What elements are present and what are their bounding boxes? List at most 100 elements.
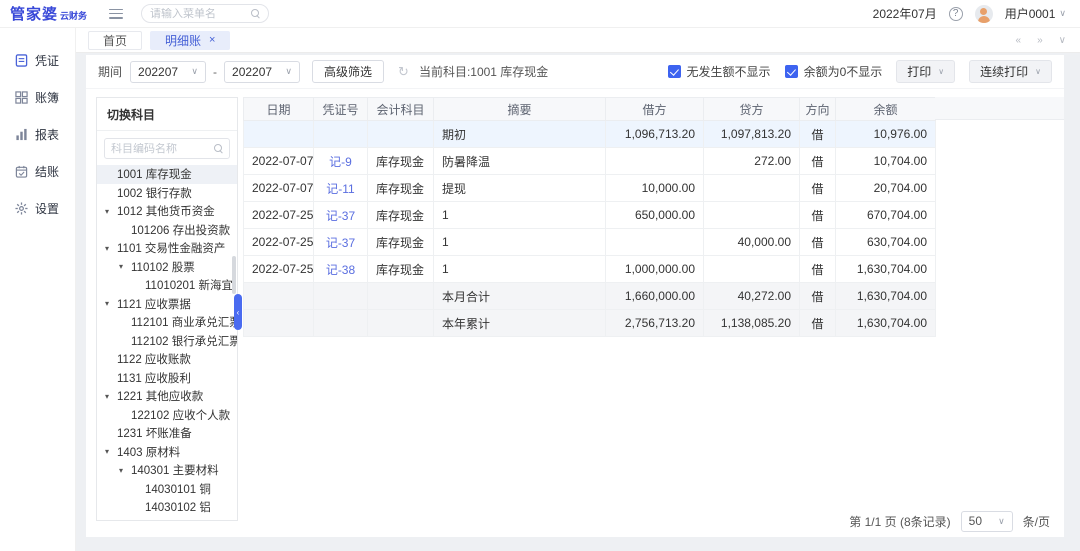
continuous-print-button[interactable]: 连续打印 ∨	[969, 60, 1052, 83]
panel-collapse-handle[interactable]: ‹	[234, 294, 242, 330]
voucher-link[interactable]: 记-38	[326, 263, 355, 277]
menu-search-box[interactable]	[141, 4, 269, 23]
tree-item[interactable]: 1131 应收股利	[97, 369, 237, 388]
tree-item[interactable]: 14030102 铝	[97, 498, 237, 517]
tab-label: 首页	[103, 32, 127, 49]
table-row[interactable]: 2022-07-25记-37库存现金1650,000.00借670,704.00	[244, 202, 936, 229]
cell-date: 2022-07-25	[244, 229, 314, 256]
tree-scrollbar-thumb[interactable]	[232, 256, 236, 294]
tree-item[interactable]: 112101 商业承兑汇票	[97, 313, 237, 332]
search-icon	[251, 9, 260, 18]
chevron-down-icon: ∨	[938, 67, 944, 76]
cell-debit: 1,096,713.20	[606, 121, 704, 148]
checkbox-hide-zero-balance[interactable]: 余额为0不显示	[785, 63, 883, 80]
table-row[interactable]: 2022-07-07记-9库存现金防暑降温272.00借10,704.00	[244, 148, 936, 175]
refresh-icon[interactable]: ↻	[398, 64, 409, 80]
table-row[interactable]: 2022-07-25记-37库存现金140,000.00借630,704.00	[244, 229, 936, 256]
sidebar: 凭证 账簿 报表 结账 设置	[0, 28, 76, 551]
cell-voucher: 记-9	[314, 148, 368, 175]
cell-direction: 借	[800, 310, 836, 337]
page-size-unit-label: 条/页	[1023, 513, 1050, 530]
caret-down-icon[interactable]: ▾	[105, 299, 117, 308]
tree-item[interactable]: ▾1121 应收票据	[97, 295, 237, 314]
tree-item[interactable]: ▾1101 交易性金融资产	[97, 239, 237, 258]
cell-date	[244, 121, 314, 148]
sidebar-item-report[interactable]: 报表	[0, 116, 75, 153]
cell-subject: 库存现金	[368, 148, 434, 175]
app-logo[interactable]: 管家婆 云财务	[10, 3, 87, 24]
cell-voucher: 记-11	[314, 175, 368, 202]
checkbox-hide-no-activity[interactable]: 无发生额不显示	[668, 63, 771, 80]
tree-item[interactable]: 122102 应收个人款	[97, 406, 237, 425]
table-row[interactable]: 期初1,096,713.201,097,813.20借10,976.00	[244, 121, 936, 148]
closing-icon	[15, 165, 28, 178]
voucher-link[interactable]: 记-37	[326, 209, 355, 223]
caret-down-icon[interactable]: ▾	[119, 262, 131, 271]
checkbox-label: 无发生额不显示	[687, 63, 771, 80]
subject-search-input[interactable]	[111, 143, 214, 155]
tab-detail-ledger[interactable]: 明细账 ×	[150, 31, 230, 50]
tabs-scroll-left-icon[interactable]: «	[1016, 35, 1022, 46]
cell-direction: 借	[800, 175, 836, 202]
sidebar-item-ledger[interactable]: 账簿	[0, 79, 75, 116]
tree-item[interactable]: 112102 银行承兑汇票	[97, 332, 237, 351]
tree-item[interactable]: 1001 库存现金	[97, 165, 237, 184]
tree-item[interactable]: ▾1403 原材料	[97, 443, 237, 462]
tree-item[interactable]: 1122 应收账款	[97, 350, 237, 369]
cell-credit: 1,097,813.20	[704, 121, 800, 148]
tabs-scroll-right-icon[interactable]: »	[1037, 35, 1043, 46]
caret-down-icon[interactable]: ▾	[105, 392, 117, 401]
avatar[interactable]	[975, 5, 993, 23]
logo-text: 管家婆	[10, 3, 58, 24]
caret-down-icon[interactable]: ▾	[119, 466, 131, 475]
voucher-link[interactable]: 记-9	[329, 155, 352, 169]
tree-item[interactable]: ▾1012 其他货币资金	[97, 202, 237, 221]
tab-home[interactable]: 首页	[88, 31, 142, 50]
advanced-filter-button[interactable]: 高级筛选	[312, 60, 384, 83]
help-icon[interactable]: ?	[949, 7, 963, 21]
period-to-select[interactable]: 202207 ∨	[224, 61, 300, 83]
user-menu[interactable]: 用户0001 ∨	[1005, 5, 1066, 22]
tree-item[interactable]: 1231 坏账准备	[97, 424, 237, 443]
table-row[interactable]: 2022-07-07记-11库存现金提现10,000.00借20,704.00	[244, 175, 936, 202]
caret-down-icon[interactable]: ▾	[105, 244, 117, 253]
sidebar-item-settings[interactable]: 设置	[0, 190, 75, 227]
tree-item[interactable]: 1002 银行存款	[97, 184, 237, 203]
page-size-select[interactable]: 50 ∨	[961, 511, 1013, 532]
cell-credit: 1,138,085.20	[704, 310, 800, 337]
sidebar-item-closing[interactable]: 结账	[0, 153, 75, 190]
menu-hamburger-icon[interactable]	[109, 9, 123, 19]
caret-down-icon[interactable]: ▾	[105, 447, 117, 456]
table-row[interactable]: 本月合计1,660,000.0040,272.00借1,630,704.00	[244, 283, 936, 310]
tree-item[interactable]: 101206 存出投资款	[97, 221, 237, 240]
table-row[interactable]: 本年累计2,756,713.201,138,085.20借1,630,704.0…	[244, 310, 936, 337]
tree-item-label: 1403 原材料	[117, 444, 180, 460]
search-icon	[214, 144, 223, 153]
table-row[interactable]: 2022-07-25记-38库存现金11,000,000.00借1,630,70…	[244, 256, 936, 283]
tree-item[interactable]: 11010201 新海宜	[97, 276, 237, 295]
voucher-link[interactable]: 记-37	[326, 236, 355, 250]
tree-item[interactable]: 14030103 钢	[97, 517, 237, 521]
cell-balance: 20,704.00	[836, 175, 936, 202]
voucher-link[interactable]: 记-11	[326, 182, 354, 196]
subject-search-box[interactable]	[104, 138, 230, 159]
tree-item[interactable]: ▾140301 主要材料	[97, 461, 237, 480]
tree-item[interactable]: 14030101 铜	[97, 480, 237, 499]
cell-credit: 40,000.00	[704, 229, 800, 256]
caret-down-icon[interactable]: ▾	[105, 207, 117, 216]
settings-icon	[15, 202, 28, 215]
menu-search-input[interactable]	[150, 8, 251, 20]
cell-credit	[704, 175, 800, 202]
cell-date: 2022-07-07	[244, 148, 314, 175]
close-icon[interactable]: ×	[209, 34, 215, 46]
tabs-menu-icon[interactable]: ∨	[1059, 35, 1066, 46]
period-from-select[interactable]: 202207 ∨	[130, 61, 206, 83]
print-button[interactable]: 打印 ∨	[896, 60, 955, 83]
tree-item[interactable]: ▾110102 股票	[97, 258, 237, 277]
sidebar-item-voucher[interactable]: 凭证	[0, 42, 75, 79]
cell-date: 2022-07-25	[244, 202, 314, 229]
tree-item[interactable]: ▾1221 其他应收款	[97, 387, 237, 406]
cell-summary: 本年累计	[434, 310, 606, 337]
cell-date	[244, 283, 314, 310]
chevron-down-icon: ∨	[285, 66, 292, 77]
